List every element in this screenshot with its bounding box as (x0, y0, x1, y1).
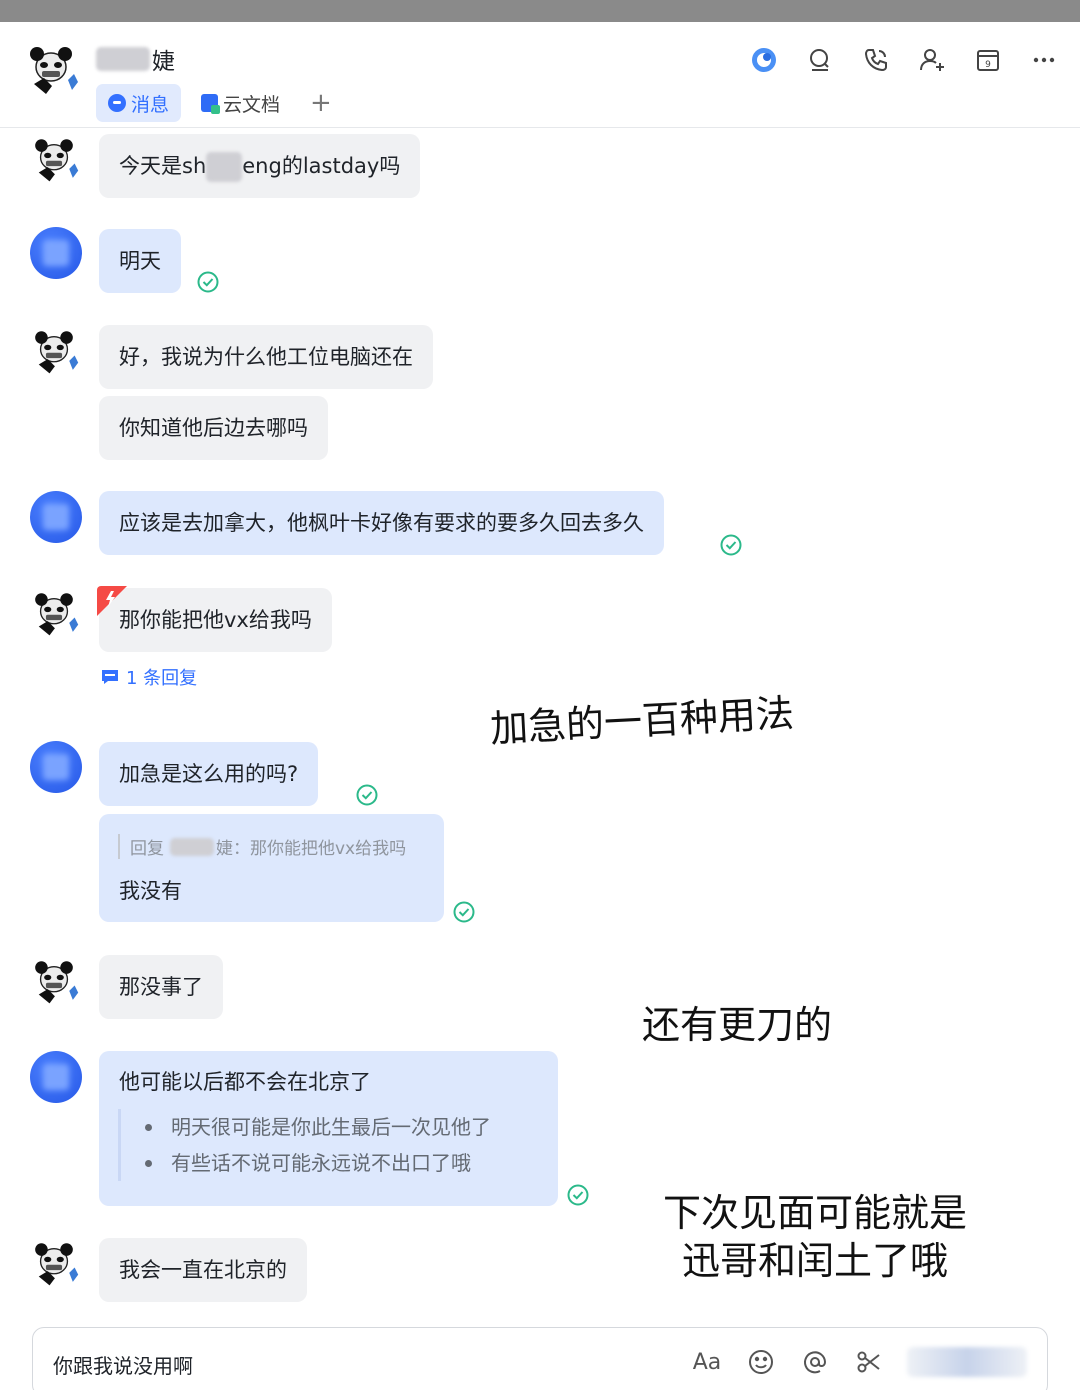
redacted-text (206, 152, 243, 182)
urgent-flag-icon (97, 586, 127, 616)
message-text: 那你能把他vx给我吗 (119, 608, 312, 632)
tab-cloud-docs[interactable]: 云文档 (189, 84, 292, 122)
message-bubble[interactable]: 明天 (99, 229, 181, 293)
read-check-icon (720, 534, 742, 556)
message-text: 我没有 (119, 879, 182, 903)
header-actions: 9 (744, 40, 1064, 80)
thread-icon (102, 670, 118, 684)
chat-title: 婕 (96, 42, 175, 76)
send-area[interactable] (907, 1347, 1027, 1377)
message-text: 应该是去加拿大，他枫叶卡好像有要求的要多久回去多久 (119, 511, 644, 535)
message-text: 他可能以后都不会在北京了 (119, 1070, 371, 1094)
read-check-icon (356, 784, 378, 806)
annotation-caption: 下次见面可能就是 迅哥和闰土了哦 (636, 1180, 994, 1295)
tab-messages[interactable]: 消息 (96, 84, 182, 122)
chat-title-text: 婕 (152, 49, 175, 75)
quote-text: 婕：那你能把他vx给我吗 (216, 839, 407, 859)
quote-prefix: 回复 (130, 839, 164, 859)
panda-meme-avatar[interactable] (28, 325, 80, 377)
chat-header: 婕 消息 云文档 + 9 (0, 22, 1080, 128)
annotation-caption: 还有更刀的 (630, 992, 845, 1060)
message-bubble[interactable]: 我会一直在北京的 (99, 1238, 307, 1302)
quoted-message[interactable]: 回复 婕：那你能把他vx给我吗 (118, 834, 406, 859)
reply-message-bubble[interactable] (99, 814, 444, 922)
message-bubble[interactable]: 加急是这么用的吗? (99, 742, 319, 806)
message-input-text[interactable]: 你跟我说没用啊 (53, 1350, 193, 1379)
panda-meme-avatar[interactable] (28, 955, 80, 1007)
self-avatar[interactable] (30, 741, 82, 793)
add-member-icon[interactable] (912, 40, 952, 80)
message-text: 明天 (119, 249, 161, 273)
panda-meme-avatar[interactable] (22, 40, 80, 98)
panda-meme-avatar[interactable] (28, 1237, 80, 1289)
self-avatar[interactable] (30, 227, 82, 279)
calendar-icon[interactable]: 9 (968, 40, 1008, 80)
message-bubble[interactable]: 今天是sh eng的lastday吗 (99, 134, 421, 198)
self-avatar[interactable] (30, 1051, 82, 1103)
list-item: 明天很可能是你此生最后一次见他了 (143, 1109, 491, 1145)
message-text: 你知道他后边去哪吗 (119, 416, 308, 440)
format-icon[interactable]: Aa (691, 1346, 723, 1378)
more-icon[interactable] (1024, 40, 1064, 80)
annotation-line: 迅哥和闰土了哦 (681, 1238, 948, 1283)
message-bubble[interactable]: 应该是去加拿大，他枫叶卡好像有要求的要多久回去多久 (99, 491, 664, 555)
cloud-doc-icon (201, 94, 221, 114)
tab-cloud-docs-label: 云文档 (223, 93, 281, 116)
input-toolbar: Aa (691, 1346, 1027, 1378)
ai-assistant-icon[interactable] (744, 40, 784, 80)
scissors-icon[interactable] (853, 1346, 885, 1378)
message-text: 好，我说为什么他工位电脑还在 (119, 345, 413, 369)
redacted-name (170, 837, 214, 856)
svg-text:9: 9 (985, 60, 991, 70)
read-check-icon (453, 901, 475, 923)
window-top-bar (0, 0, 1080, 22)
tab-messages-label: 消息 (131, 93, 170, 116)
annotation-line: 下次见面可能就是 (662, 1191, 967, 1235)
message-text: 我会一直在北京的 (119, 1258, 287, 1282)
message-bubble[interactable]: 那你能把他vx给我吗 (99, 588, 332, 652)
read-check-icon (197, 271, 219, 293)
reply-count-label: 1 条回复 (126, 668, 198, 689)
panda-meme-avatar[interactable] (28, 133, 80, 185)
message-bubble[interactable]: 你知道他后边去哪吗 (99, 396, 328, 460)
self-avatar[interactable] (30, 491, 82, 543)
message-text: 今天是sh (119, 154, 207, 178)
list-item: 有些话不说可能永远说不出口了哦 (143, 1145, 491, 1181)
message-bubble[interactable]: 好，我说为什么他工位电脑还在 (99, 325, 433, 389)
message-input-box[interactable]: 你跟我说没用啊 Aa (32, 1327, 1048, 1390)
redacted-name (96, 47, 150, 71)
thread-reply-link[interactable]: 1 条回复 (100, 664, 197, 690)
message-text: eng的lastday吗 (242, 154, 401, 178)
emoji-icon[interactable] (745, 1346, 777, 1378)
quote-bullet-list: 明天很可能是你此生最后一次见他了 有些话不说可能永远说不出口了哦 (118, 1109, 491, 1181)
message-text: 那没事了 (119, 975, 203, 999)
search-icon[interactable] (800, 40, 840, 80)
add-tab-button[interactable]: + (300, 88, 342, 118)
panda-meme-avatar[interactable] (28, 587, 80, 639)
phone-call-icon[interactable] (856, 40, 896, 80)
message-bubble[interactable]: 那没事了 (99, 955, 223, 1019)
chat-tabs: 消息 云文档 + (96, 84, 342, 122)
message-icon (108, 94, 126, 112)
message-text: 加急是这么用的吗? (119, 762, 299, 786)
mention-icon[interactable] (799, 1346, 831, 1378)
read-check-icon (567, 1184, 589, 1206)
